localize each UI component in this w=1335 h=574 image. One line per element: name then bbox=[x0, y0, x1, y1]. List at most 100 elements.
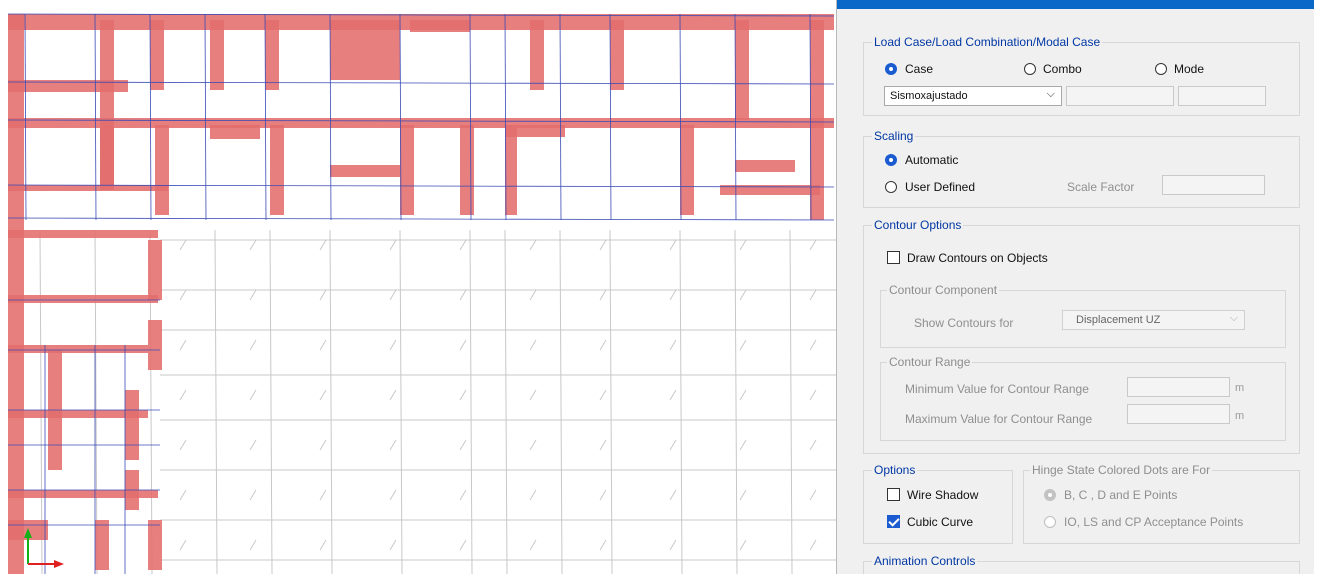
grid-tick bbox=[669, 439, 677, 451]
grid-tick bbox=[599, 339, 607, 351]
grid-tick bbox=[249, 439, 257, 451]
x-axis-arrow bbox=[54, 560, 64, 568]
max-contour-unit: m bbox=[1235, 410, 1245, 422]
model-viewport[interactable] bbox=[0, 0, 836, 574]
grid-tick bbox=[389, 539, 397, 551]
shear-wall-panel bbox=[265, 20, 279, 90]
combo-radio-label[interactable]: Combo bbox=[1043, 62, 1082, 76]
max-contour-label: Maximum Value for Contour Range bbox=[905, 412, 1093, 426]
grid-tick bbox=[319, 339, 327, 351]
grid-line bbox=[609, 229, 613, 574]
contour-range-legend: Contour Range bbox=[887, 355, 973, 369]
shear-wall-panel bbox=[148, 520, 162, 570]
grid-tick bbox=[389, 389, 397, 401]
background-strip bbox=[1314, 0, 1335, 574]
shear-wall-panel bbox=[8, 295, 158, 303]
grid-tick bbox=[319, 539, 327, 551]
shear-wall-panel bbox=[8, 490, 158, 498]
grid-tick bbox=[179, 339, 187, 351]
case-radio[interactable] bbox=[885, 63, 897, 75]
shear-wall-panel bbox=[210, 125, 260, 139]
grid-tick bbox=[319, 489, 327, 501]
options-legend: Options bbox=[872, 463, 918, 477]
grid-tick bbox=[529, 239, 537, 251]
grid-tick bbox=[739, 339, 747, 351]
draw-contours-checkbox[interactable] bbox=[887, 251, 900, 264]
grid-tick bbox=[179, 439, 187, 451]
case-radio-label[interactable]: Case bbox=[905, 62, 933, 76]
grid-line bbox=[399, 229, 403, 574]
options-group bbox=[863, 470, 1013, 544]
cubic-curve-checkbox[interactable] bbox=[887, 515, 900, 528]
frame-line bbox=[7, 81, 835, 85]
grid-tick bbox=[459, 539, 467, 551]
grid-tick bbox=[529, 289, 537, 301]
mode-radio-label[interactable]: Mode bbox=[1174, 62, 1204, 76]
grid-tick bbox=[739, 439, 747, 451]
shear-wall-panel bbox=[530, 20, 544, 90]
shear-wall-panel bbox=[8, 410, 148, 418]
contour-range-group bbox=[880, 362, 1286, 441]
grid-tick bbox=[249, 389, 257, 401]
wire-shadow-label[interactable]: Wire Shadow bbox=[907, 488, 978, 502]
grid-tick bbox=[389, 289, 397, 301]
shear-wall-panel bbox=[270, 125, 284, 215]
bcde-points-label: B, C , D and E Points bbox=[1064, 488, 1178, 502]
frame-line bbox=[559, 13, 562, 221]
grid-tick bbox=[669, 539, 677, 551]
automatic-radio-label[interactable]: Automatic bbox=[905, 153, 958, 167]
deformed-shape-dialog: Load Case/Load Combination/Modal Case Ca… bbox=[836, 0, 1315, 574]
shear-wall-panel bbox=[330, 20, 400, 80]
max-contour-field bbox=[1127, 404, 1230, 424]
grid-line bbox=[214, 229, 218, 574]
load-case-select[interactable]: Sismoxajustado ⌵ bbox=[884, 86, 1062, 106]
grid-tick bbox=[669, 489, 677, 501]
deformed-shape-plan-view bbox=[7, 13, 836, 574]
grid-tick bbox=[669, 289, 677, 301]
shear-wall-panel bbox=[150, 20, 164, 90]
grid-tick bbox=[249, 239, 257, 251]
show-contours-for-select: Displacement UZ ⌵ bbox=[1062, 310, 1245, 330]
shear-wall-panel bbox=[148, 320, 162, 370]
scale-factor-field bbox=[1162, 175, 1265, 195]
grid-tick bbox=[529, 439, 537, 451]
grid-tick bbox=[529, 539, 537, 551]
draw-contours-label[interactable]: Draw Contours on Objects bbox=[907, 251, 1048, 265]
grid-tick bbox=[179, 289, 187, 301]
hinge-state-group bbox=[1023, 470, 1300, 544]
grid-tick bbox=[809, 339, 817, 351]
shear-wall-panel bbox=[460, 125, 474, 215]
grid-line bbox=[789, 229, 793, 574]
frame-line bbox=[204, 13, 207, 221]
user-defined-radio-label[interactable]: User Defined bbox=[905, 180, 975, 194]
grid-tick bbox=[739, 239, 747, 251]
min-contour-label: Minimum Value for Contour Range bbox=[905, 382, 1089, 396]
cubic-curve-label[interactable]: Cubic Curve bbox=[907, 515, 973, 529]
grid-tick bbox=[459, 489, 467, 501]
grid-tick bbox=[249, 539, 257, 551]
shear-wall-panel bbox=[400, 125, 414, 215]
grid-tick bbox=[809, 539, 817, 551]
contour-options-legend: Contour Options bbox=[872, 218, 964, 232]
chevron-down-icon: ⌵ bbox=[1229, 312, 1238, 324]
combo-radio[interactable] bbox=[1024, 63, 1036, 75]
shear-wall-panel bbox=[210, 20, 224, 90]
grid-tick bbox=[809, 389, 817, 401]
wire-shadow-checkbox[interactable] bbox=[887, 488, 900, 501]
grid-tick bbox=[459, 289, 467, 301]
grid-tick bbox=[249, 489, 257, 501]
min-contour-field bbox=[1127, 377, 1230, 397]
mode-radio[interactable] bbox=[1155, 63, 1167, 75]
grid-tick bbox=[599, 539, 607, 551]
grid-tick bbox=[529, 339, 537, 351]
shear-wall-panel bbox=[8, 185, 168, 191]
grid-tick bbox=[389, 339, 397, 351]
automatic-radio[interactable] bbox=[885, 154, 897, 166]
grid-tick bbox=[739, 489, 747, 501]
shear-wall-panel bbox=[680, 125, 694, 215]
shear-wall-panel bbox=[8, 118, 834, 128]
scaling-legend: Scaling bbox=[872, 129, 916, 143]
user-defined-radio[interactable] bbox=[885, 181, 897, 193]
scale-factor-label: Scale Factor bbox=[1067, 180, 1135, 194]
grid-tick bbox=[669, 339, 677, 351]
